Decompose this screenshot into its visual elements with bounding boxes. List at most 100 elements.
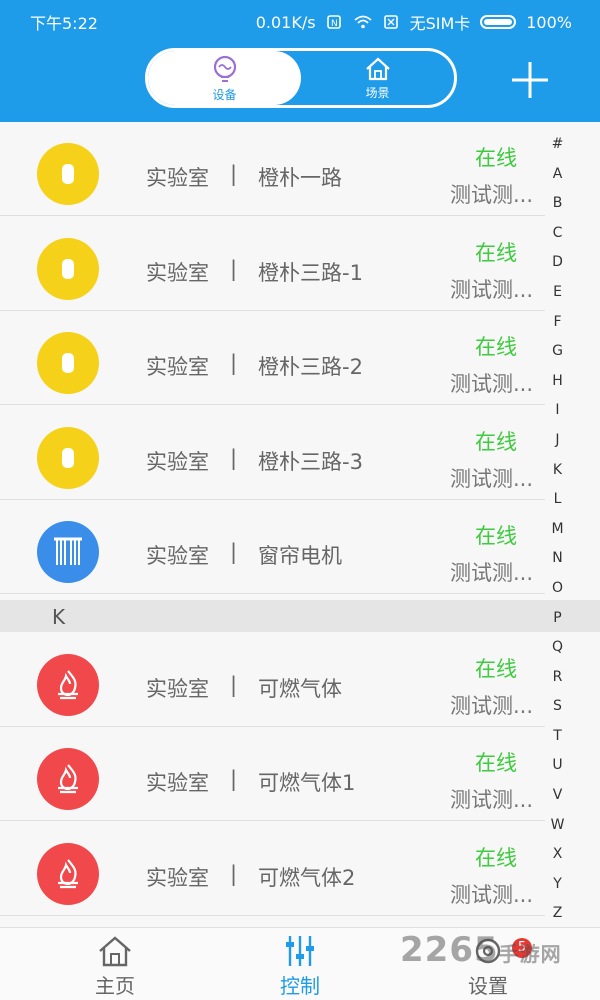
alphabet-letter[interactable]: A [545,160,570,190]
alphabet-letter[interactable]: X [545,840,570,870]
room-label: 实验室 [146,166,209,190]
sim-icon [383,15,398,29]
separator: | [230,162,238,186]
status-time: 下午5:22 [30,14,98,33]
device-scene-toggle: 设备 场景 [145,48,457,108]
sim-status: 无SIM卡 [409,14,471,33]
tab-devices-label: 设备 [212,87,237,102]
alphabet-letter[interactable]: C [545,219,570,249]
online-status: 在线 [475,430,517,454]
device-bulb-icon [213,55,236,82]
alphabet-letter[interactable]: M [545,515,570,545]
device-row[interactable]: 实验室 | 窗帘电机 在线 测试测... [0,500,545,594]
device-name: 可燃气体2 [258,866,356,890]
app-header: 下午5:22 0.01K/s N 无SIM卡 100% 设备 场景 [0,0,600,122]
switch-icon [37,143,99,205]
separator: | [230,351,238,375]
separator: | [230,257,238,281]
tab-scenes[interactable]: 场景 [301,51,454,105]
alphabet-letter[interactable]: S [545,692,570,722]
room-label: 实验室 [146,261,209,285]
device-row[interactable]: 实验室 | 橙朴三路-3 在线 测试测... [0,406,545,500]
room-label: 实验室 [146,677,209,701]
alphabet-letter[interactable]: # [545,130,570,160]
nav-home[interactable]: 主页 [55,928,175,1000]
switch-icon [37,238,99,300]
svg-text:N: N [331,19,338,29]
alphabet-letter[interactable]: J [545,426,570,456]
device-row[interactable]: 实验室 | 可燃气体1 在线测试测... [0,727,545,821]
device-name: 橙朴三路-1 [258,261,363,285]
nfc-icon: N [326,15,341,29]
room-label: 实验室 [146,544,209,568]
online-status: 在线 [475,751,517,775]
alphabet-letter[interactable]: E [545,278,570,308]
device-desc: 测试测... [450,467,534,491]
status-right: 0.01K/s N 无SIM卡 100% [256,10,572,34]
device-row[interactable]: 实验室 | 橙朴三路-1 在线 测试测... [0,217,545,311]
section-letter: K [52,605,66,629]
alphabet-letter[interactable]: K [545,456,570,486]
room-label: 实验室 [146,771,209,795]
separator: | [230,540,238,564]
device-row[interactable]: 实验室 | 橙朴三路-2 在线 测试测... [0,311,545,405]
alphabet-letter[interactable]: G [545,337,570,367]
alphabet-letter[interactable]: Z [545,899,570,929]
tab-devices[interactable]: 设备 [148,51,301,105]
alphabet-letter[interactable]: V [545,781,570,811]
online-status: 在线 [475,524,517,548]
device-name: 窗帘电机 [258,544,342,568]
tab-scenes-label: 场景 [365,85,390,100]
device-row[interactable]: 实验室 | 橙朴一路 在线 测试测... [0,122,545,216]
add-button[interactable] [506,56,554,104]
device-name: 可燃气体 [258,677,342,701]
gas-flame-icon [37,654,99,716]
alphabet-letter[interactable]: Y [545,870,570,900]
alphabet-letter[interactable]: U [545,751,570,781]
alphabet-letter[interactable]: I [545,396,570,426]
alphabet-letter[interactable]: L [545,485,570,515]
nav-control-label: 控制 [280,974,320,998]
network-speed: 0.01K/s [255,12,316,32]
nav-control[interactable]: 控制 [240,928,360,1000]
curtain-icon [37,521,99,583]
sliders-icon [286,936,314,966]
home-scene-icon [365,57,390,80]
online-status: 在线 [475,146,517,170]
device-desc: 测试测... [450,883,534,907]
alphabet-letter[interactable]: T [545,722,570,752]
watermark-sub: 手游网 [498,942,562,966]
online-status: 在线 [475,657,517,681]
home-icon [99,936,131,967]
switch-icon [37,427,99,489]
battery-icon [480,15,517,29]
status-bar: 下午5:22 0.01K/s N 无SIM卡 100% [0,0,600,40]
device-name: 可燃气体1 [258,771,356,795]
alphabet-letter[interactable]: W [545,811,570,841]
section-header-k: K [0,600,600,632]
alphabet-letter[interactable]: D [545,248,570,278]
alphabet-letter[interactable]: B [545,189,570,219]
alphabet-letter[interactable]: P [545,604,570,634]
alphabet-letter[interactable]: R [545,663,570,693]
device-list: 实验室 | 橙朴一路 在线 测试测... 实验室 | 橙朴三路-1 在线 测试测... 实验室 | 橙朴… [0,122,600,927]
device-desc: 测试测... [450,788,534,812]
device-row[interactable]: 实验室 | 可燃气体2 在线 测试测... [0,822,545,916]
alphabet-letter[interactable]: O [545,574,570,604]
separator: | [230,767,238,791]
online-status: 在线 [475,846,517,870]
alphabet-letter[interactable]: N [545,544,570,574]
device-name: 橙朴三路-2 [258,355,363,379]
alphabet-letter[interactable]: F [545,308,570,338]
alphabet-letter[interactable]: Q [545,633,570,663]
device-name: 橙朴一路 [258,166,342,190]
device-desc: 测试测... [450,278,534,302]
gas-flame-icon [37,843,99,905]
alphabet-letter[interactable]: H [545,367,570,397]
nav-home-label: 主页 [95,974,135,998]
watermark-logo: 2265手游网 [400,930,562,970]
alphabet-index[interactable]: # A B C D E F G H I J K L M N O P Q R S T U V W X Y Z [545,130,570,929]
device-desc: 测试测... [450,372,534,396]
device-row[interactable]: 实验室 | 可燃气体 在线 测试测... [0,633,545,727]
gas-flame-icon [37,748,99,810]
